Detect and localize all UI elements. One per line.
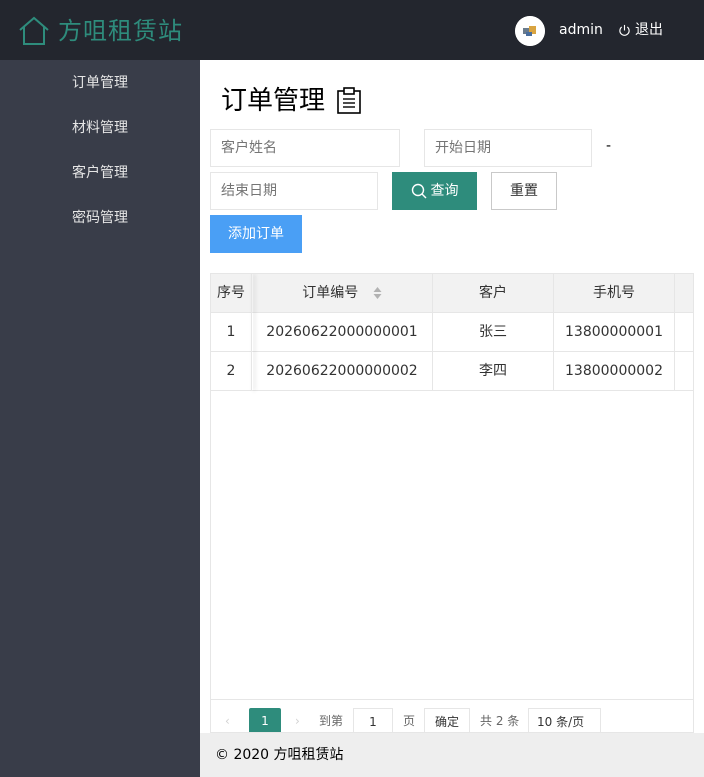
column-header-index: 序号 [211, 274, 252, 313]
sidebar: 订单管理 材料管理 客户管理 密码管理 [0, 60, 200, 777]
next-page-button[interactable]: › [295, 708, 300, 732]
start-date-input[interactable] [424, 129, 592, 167]
cell-index: 1 [211, 313, 252, 352]
orders-table: 序号 订单编号 客户 手机号 1 20260622000000001 张三 13… [210, 273, 694, 733]
home-icon [18, 16, 50, 46]
table-row[interactable]: 2 20260622000000002 李四 13800000002 [211, 352, 693, 391]
reset-button[interactable]: 重置 [491, 172, 557, 210]
query-button[interactable]: 查询 [392, 172, 477, 210]
logout-button[interactable]: 退出 [618, 20, 663, 40]
footer: © 2020 方咀租赁站 [200, 733, 704, 777]
page-title-text: 订单管理 [221, 86, 326, 116]
search-icon [411, 183, 426, 199]
customer-name-input[interactable] [210, 129, 400, 167]
goto-page-input[interactable]: 1 [353, 708, 393, 732]
goto-confirm-button[interactable]: 确定 [424, 708, 470, 732]
column-header-more [675, 274, 693, 313]
table-header-row: 序号 订单编号 客户 手机号 [211, 274, 693, 313]
logout-label: 退出 [635, 22, 663, 38]
cell-order-no: 20260622000000001 [252, 313, 433, 352]
sidebar-item-orders[interactable]: 订单管理 [72, 73, 128, 93]
current-page-button[interactable]: 1 [249, 708, 281, 732]
page-size-select[interactable]: 10 条/页 [528, 708, 601, 732]
date-range-separator: - [606, 138, 612, 154]
page-title: 订单管理 [221, 84, 362, 118]
query-label: 查询 [430, 183, 459, 199]
avatar-icon [515, 16, 545, 46]
column-header-order-no[interactable]: 订单编号 [252, 274, 433, 313]
total-count: 共 2 条 [480, 714, 520, 728]
power-icon [619, 24, 630, 36]
cell-more [675, 352, 693, 391]
column-header-phone: 手机号 [554, 274, 675, 313]
main-content: 订单管理 - 查询 重置 添加订单 序号 订单编号 [200, 60, 704, 733]
prev-page-button[interactable]: ‹ [225, 708, 230, 732]
cell-customer: 李四 [433, 352, 554, 391]
cell-phone: 13800000002 [554, 352, 675, 391]
table-row[interactable]: 1 20260622000000001 张三 13800000001 [211, 313, 693, 352]
cell-customer: 张三 [433, 313, 554, 352]
clipboard-icon [337, 87, 361, 114]
top-header: 方咀租赁站 admin 退出 [0, 0, 704, 60]
cell-phone: 13800000001 [554, 313, 675, 352]
fixed-column-shadow [251, 274, 253, 391]
cell-more [675, 313, 693, 352]
page-label: 页 [403, 714, 416, 728]
sidebar-item-customers[interactable]: 客户管理 [72, 163, 128, 183]
sidebar-item-password[interactable]: 密码管理 [72, 208, 128, 228]
goto-label: 到第 [319, 714, 344, 728]
sidebar-item-materials[interactable]: 材料管理 [72, 118, 128, 138]
page-size-value: 10 条/页 [537, 715, 585, 729]
logo[interactable]: 方咀租赁站 [18, 14, 183, 48]
app-title: 方咀租赁站 [58, 17, 183, 45]
copyright-text: © 2020 方咀租赁站 [215, 747, 344, 763]
column-header-order-no-label: 订单编号 [302, 285, 359, 301]
avatar[interactable] [515, 16, 545, 46]
end-date-input[interactable] [210, 172, 378, 210]
username[interactable]: admin [559, 20, 603, 40]
add-order-button[interactable]: 添加订单 [210, 215, 302, 253]
cell-order-no: 20260622000000002 [252, 352, 433, 391]
pagination: ‹ 1 › 到第 1 页 确定 共 2 条 10 条/页 [211, 699, 693, 732]
column-header-customer: 客户 [433, 274, 554, 313]
cell-index: 2 [211, 352, 252, 391]
sort-icon[interactable] [373, 286, 382, 300]
